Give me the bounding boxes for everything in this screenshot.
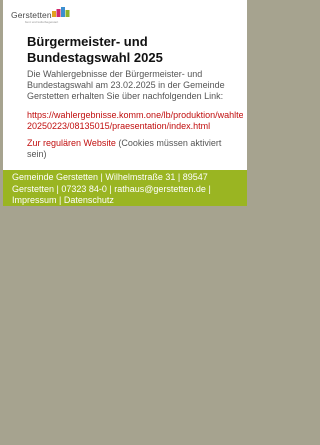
logo-mark-icon [52,7,70,17]
footer-separator: | [56,195,64,205]
fallback-paragraph: Zur regulären Website (Cookies müssen ak… [27,138,243,160]
results-link[interactable]: https://wahlergebnisse.komm.one/lb/produ… [27,110,243,132]
page-title-line2: Bundestagswahl 2025 [27,50,163,65]
gerstetten-logo[interactable]: Gerstetten bunt und kulturbegeistert [11,4,77,24]
logo-wordmark: Gerstetten [11,10,52,20]
footer-email-link[interactable]: rathaus@gerstetten.de [114,184,206,194]
footer-datenschutz-link[interactable]: Datenschutz [64,195,114,205]
content-card: Gerstetten bunt und kulturbegeistert Bür… [3,0,247,170]
logo-tagline: bunt und kulturbegeistert [25,20,59,24]
results-link-line2: 20250223/08135015/praesentation/index.ht… [27,121,211,131]
results-link-line1: https://wahlergebnisse.komm.one/lb/produ… [27,110,243,120]
page-title: Bürgermeister- und Bundestagswahl 2025 [27,34,243,66]
footer-separator: | [205,183,211,194]
footer-impressum-link[interactable]: Impressum [12,195,57,205]
page: Gerstetten bunt und kulturbegeistert Bür… [0,0,250,445]
page-title-line1: Bürgermeister- und [27,34,148,49]
footer: Gemeinde Gerstetten | Wilhelmstraße 31 |… [3,170,247,206]
regular-website-link[interactable]: Zur regulären Website [27,138,116,148]
intro-text: Die Wahlergebnisse der Bürgermeister- un… [27,69,225,101]
